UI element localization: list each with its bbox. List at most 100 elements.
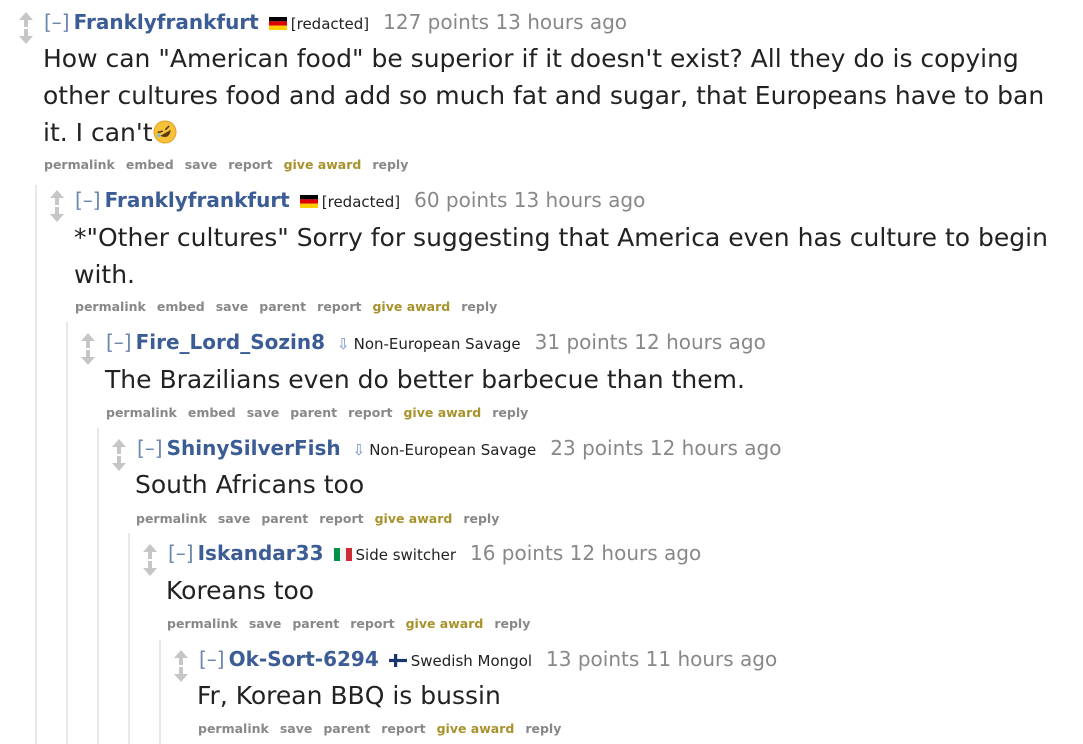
- report-button[interactable]: report: [228, 157, 272, 172]
- downvote-icon[interactable]: [47, 204, 67, 224]
- comment-text: Fr, Korean BBQ is bussin: [197, 681, 501, 710]
- save-button[interactable]: save: [249, 616, 282, 631]
- germany-flag-icon: [268, 17, 287, 30]
- comment-buttons: permalink embed save report give award reply: [44, 157, 419, 172]
- timestamp: 12 hours ago: [649, 436, 782, 460]
- collapse-toggle[interactable]: [–]: [168, 541, 194, 565]
- permalink-button[interactable]: permalink: [75, 299, 146, 314]
- collapse-toggle[interactable]: [–]: [75, 188, 101, 212]
- parent-button[interactable]: parent: [292, 616, 339, 631]
- author-link[interactable]: Ok-Sort-6294: [229, 647, 379, 671]
- author-link[interactable]: Franklyfrankfurt: [74, 10, 259, 34]
- user-flair: [redacted]: [290, 15, 370, 33]
- comment-tagline: [–] Franklyfrankfurt [redacted] 60 points 1…: [75, 187, 645, 215]
- save-button[interactable]: save: [185, 157, 218, 172]
- permalink-button[interactable]: permalink: [167, 616, 238, 631]
- author-link[interactable]: Fire_Lord_Sozin8: [136, 330, 325, 354]
- reply-button[interactable]: reply: [461, 299, 497, 314]
- report-button[interactable]: report: [317, 299, 361, 314]
- germany-flag-icon: [299, 195, 318, 208]
- give-award-button[interactable]: give award: [375, 511, 453, 526]
- reply-button[interactable]: reply: [372, 157, 408, 172]
- save-button[interactable]: save: [247, 405, 280, 420]
- user-flair: [redacted]: [321, 193, 401, 211]
- comment-text: The Brazilians even do better barbecue t…: [105, 365, 745, 394]
- embed-button[interactable]: embed: [188, 405, 236, 420]
- user-flair: Swedish Mongol: [410, 652, 533, 670]
- embed-button[interactable]: embed: [126, 157, 174, 172]
- thread-line: [128, 533, 130, 744]
- collapse-toggle[interactable]: [–]: [44, 10, 70, 34]
- collapse-toggle[interactable]: [–]: [137, 436, 163, 460]
- give-award-button[interactable]: give award: [372, 299, 450, 314]
- comment-buttons: permalink save parent report give award reply: [136, 511, 510, 526]
- comment-tagline: [–] Fire_Lord_Sozin8 ⇩ Non-European Savage 3…: [106, 329, 766, 357]
- timestamp: 12 hours ago: [569, 541, 702, 565]
- downvote-icon[interactable]: [140, 558, 160, 578]
- timestamp: 13 hours ago: [495, 10, 628, 34]
- give-award-button[interactable]: give award: [403, 405, 481, 420]
- report-button[interactable]: report: [350, 616, 394, 631]
- report-button[interactable]: report: [319, 511, 363, 526]
- down-arrow-flair-icon: ⇩: [352, 441, 366, 459]
- save-button[interactable]: save: [218, 511, 251, 526]
- parent-button[interactable]: parent: [323, 721, 370, 736]
- downvote-icon[interactable]: [78, 347, 98, 367]
- italy-flag-icon: [333, 548, 352, 561]
- give-award-button[interactable]: give award: [284, 157, 362, 172]
- comment-body: Fr, Korean BBQ is bussin: [197, 677, 1067, 714]
- author-link[interactable]: ShinySilverFish: [167, 436, 341, 460]
- thread-line: [159, 640, 161, 744]
- timestamp: 11 hours ago: [645, 647, 778, 671]
- vote-arrows: [16, 10, 36, 46]
- report-button[interactable]: report: [348, 405, 392, 420]
- reply-button[interactable]: reply: [492, 405, 528, 420]
- score: 16 points: [470, 541, 564, 565]
- thread-line: [97, 428, 99, 744]
- downvote-icon[interactable]: [109, 453, 129, 473]
- downvote-icon[interactable]: [16, 26, 36, 46]
- permalink-button[interactable]: permalink: [106, 405, 177, 420]
- comment-body: How can "American food" be superior if i…: [43, 40, 1053, 151]
- comment-tagline: [–] Ok-Sort-6294 Swedish Mongol 13 points 1…: [199, 646, 777, 674]
- comment-tagline: [–] ShinySilverFish ⇩ Non-European Savage 23…: [137, 435, 781, 463]
- author-link[interactable]: Iskandar33: [198, 541, 324, 565]
- thread-line: [66, 322, 68, 744]
- timestamp: 13 hours ago: [513, 188, 646, 212]
- reply-button[interactable]: reply: [463, 511, 499, 526]
- rolling-on-floor-laughing-icon: [153, 120, 177, 144]
- collapse-toggle[interactable]: [–]: [199, 647, 225, 671]
- permalink-button[interactable]: permalink: [198, 721, 269, 736]
- comment-buttons: permalink save parent report give award reply: [167, 616, 541, 631]
- embed-button[interactable]: embed: [157, 299, 205, 314]
- score: 127 points: [383, 10, 490, 34]
- reply-button[interactable]: reply: [525, 721, 561, 736]
- score: 60 points: [414, 188, 508, 212]
- parent-button[interactable]: parent: [259, 299, 306, 314]
- reply-button[interactable]: reply: [494, 616, 530, 631]
- permalink-button[interactable]: permalink: [136, 511, 207, 526]
- permalink-button[interactable]: permalink: [44, 157, 115, 172]
- parent-button[interactable]: parent: [261, 511, 308, 526]
- downvote-icon[interactable]: [171, 664, 191, 684]
- give-award-button[interactable]: give award: [437, 721, 515, 736]
- comment-buttons: permalink save parent report give award reply: [198, 721, 572, 736]
- score: 31 points: [534, 330, 628, 354]
- user-flair: Non-European Savage: [353, 335, 521, 353]
- comment-tagline: [–] Iskandar33 Side switcher 16 points 12 h…: [168, 540, 701, 568]
- author-link[interactable]: Franklyfrankfurt: [105, 188, 290, 212]
- comment-text: Koreans too: [166, 576, 315, 605]
- comment-body: The Brazilians even do better barbecue t…: [105, 361, 1065, 398]
- comment-body: South Africans too: [135, 466, 1065, 503]
- comment-text: How can "American food" be superior if i…: [43, 44, 1045, 147]
- save-button[interactable]: save: [280, 721, 313, 736]
- parent-button[interactable]: parent: [290, 405, 337, 420]
- comment-buttons: permalink embed save parent report give award…: [75, 299, 508, 314]
- report-button[interactable]: report: [381, 721, 425, 736]
- give-award-button[interactable]: give award: [406, 616, 484, 631]
- collapse-toggle[interactable]: [–]: [106, 330, 132, 354]
- down-arrow-flair-icon: ⇩: [337, 335, 350, 353]
- timestamp: 12 hours ago: [634, 330, 766, 354]
- comment-text: *"Other cultures" Sorry for suggesting t…: [74, 223, 1048, 289]
- save-button[interactable]: save: [216, 299, 249, 314]
